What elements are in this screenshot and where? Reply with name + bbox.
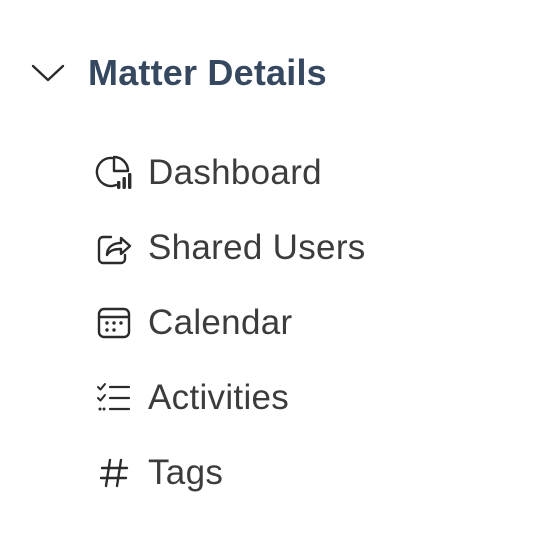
calendar-icon [94, 303, 134, 343]
nav-item-label: Dashboard [148, 153, 322, 192]
nav-item-label: Calendar [148, 303, 293, 342]
nav-item-activities[interactable]: Activities [94, 373, 366, 423]
nav-item-dashboard[interactable]: Dashboard [94, 148, 366, 198]
nav-item-label: Shared Users [148, 228, 366, 267]
nav-item-label: Activities [148, 378, 290, 417]
nav-item-shared-users[interactable]: Shared Users [94, 223, 366, 273]
nav-item-label: Tags [148, 453, 224, 492]
section-title: Matter Details [88, 52, 327, 93]
matter-details-section: Matter Details Dashboard Shared Users Ca… [0, 0, 534, 536]
matter-details-nav: Dashboard Shared Users Calendar Activiti… [94, 148, 366, 523]
share-icon [94, 228, 134, 268]
hashtag-icon [94, 453, 134, 493]
chevron-down-icon[interactable] [30, 55, 66, 91]
nav-item-calendar[interactable]: Calendar [94, 298, 366, 348]
dashboard-chart-icon [94, 153, 134, 193]
matter-details-header[interactable]: Matter Details [30, 48, 327, 98]
checklist-icon [94, 378, 134, 418]
nav-item-tags[interactable]: Tags [94, 448, 366, 498]
